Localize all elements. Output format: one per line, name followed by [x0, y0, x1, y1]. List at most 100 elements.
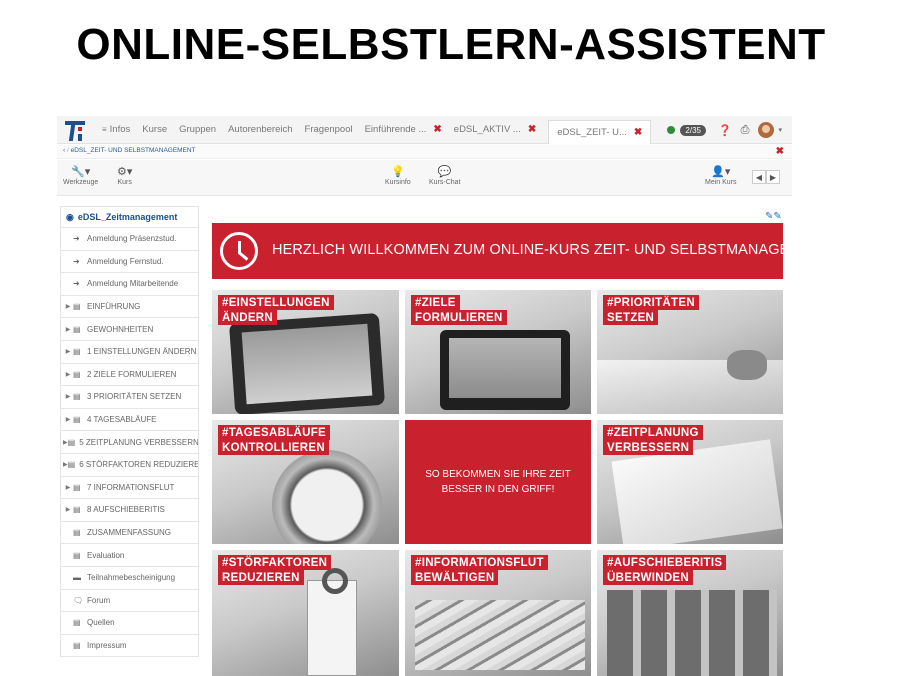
- mein-kurs-button[interactable]: 👤▾ Mein Kurs: [705, 165, 737, 186]
- expand-arrow-icon[interactable]: ▶: [63, 326, 73, 333]
- expand-arrow-icon[interactable]: ▶: [63, 506, 73, 513]
- tile-ziele[interactable]: #ZIELE FORMULIEREN: [405, 290, 591, 414]
- sidebar-item[interactable]: ▶ ▤ 6 STÖRFAKTOREN REDUZIEREN: [60, 453, 199, 477]
- nav-gruppen[interactable]: Gruppen: [179, 124, 216, 135]
- course-pager: ◀ ▶: [752, 170, 780, 184]
- sidebar-item-label: 3 PRIORITÄTEN SETZEN: [87, 392, 182, 402]
- sidebar-item-label: ZUSAMMENFASSUNG: [87, 528, 172, 538]
- expand-arrow-icon[interactable]: ▶: [63, 393, 73, 400]
- sidebar-item[interactable]: ▤ Evaluation: [60, 544, 199, 567]
- nav-right: 2/35 ❓ ⎙ ▾: [667, 116, 782, 144]
- tile-informationsflut[interactable]: #INFORMATIONSFLUT BEWÄLTIGEN: [405, 550, 591, 676]
- sidebar-item[interactable]: ▶ ▤ 4 TAGESABLÄUFE: [60, 408, 199, 432]
- sidebar-item-label: Forum: [87, 595, 111, 605]
- sidebar-item-label: Teilnahmebescheinigung: [87, 573, 176, 583]
- chevron-down-icon[interactable]: ▾: [778, 126, 782, 134]
- expand-arrow-icon[interactable]: ▶: [63, 303, 73, 310]
- tile-motto: SO BEKOMMEN SIE IHRE ZEIT BESSER IN DEN G…: [405, 420, 591, 544]
- file-icon: ▤: [67, 460, 76, 470]
- sidebar-item[interactable]: ▤ Quellen: [60, 612, 199, 635]
- close-icon[interactable]: ✖: [528, 124, 536, 135]
- help-icon[interactable]: ❓: [718, 124, 732, 137]
- edit-page-icon[interactable]: ✎: [773, 211, 781, 222]
- sidebar-item-label: 8 AUFSCHIEBERITIS: [87, 505, 165, 515]
- wrench-icon: 🔧▾: [71, 166, 91, 178]
- sidebar-item-label: Impressum: [87, 640, 127, 650]
- next-icon[interactable]: ▶: [766, 170, 780, 184]
- sidebar-item[interactable]: 🗨 Forum: [60, 589, 199, 613]
- file-icon: ▤: [73, 369, 81, 379]
- welcome-banner: HERZLICH WILLKOMMEN ZUM ONLINE-KURS ZEIT…: [212, 223, 792, 279]
- file-icon: ▤: [73, 392, 81, 402]
- sidebar-root[interactable]: ◉ eDSL_Zeitmanagement: [60, 206, 199, 228]
- sidebar-item-label: 1 EINSTELLUNGEN ÄNDERN: [87, 347, 197, 357]
- kurs-button[interactable]: ⚙▾ Kurs: [117, 165, 132, 186]
- kurs-chat-button[interactable]: 💬 Kurs-Chat: [429, 165, 461, 186]
- chat-icon: 💬: [437, 166, 452, 178]
- breadcrumb[interactable]: ‹ / eDSL_ZEIT- UND SELBSTMANAGEMENT: [63, 147, 196, 154]
- tab-edsl-aktiv[interactable]: eDSL_AKTIV ... ✖: [454, 124, 536, 135]
- sidebar-item[interactable]: ▶ ▤ 8 AUFSCHIEBERITIS: [60, 499, 199, 522]
- status-badge[interactable]: 2/35: [680, 124, 706, 136]
- expand-arrow-icon[interactable]: ▶: [63, 416, 73, 423]
- sidebar-item[interactable]: ▤ Impressum: [60, 634, 199, 658]
- file-icon: ▤: [73, 324, 81, 334]
- sidebar-item[interactable]: ▶ ▤ 7 INFORMATIONSFLUT: [60, 476, 199, 500]
- sidebar-item[interactable]: ➜ Anmeldung Mitarbeitende: [60, 273, 199, 296]
- close-icon[interactable]: ✖: [433, 124, 441, 135]
- lightbulb-icon: 💡: [390, 166, 405, 178]
- file-icon: ▤: [73, 550, 81, 560]
- sidebar-item[interactable]: ▶ ▤ 5 ZEITPLANUNG VERBESSERN: [60, 431, 199, 454]
- sidebar-item-label: 2 ZIELE FORMULIEREN: [87, 369, 177, 379]
- tab-edsl-zeit[interactable]: eDSL_ZEIT- U... ✖: [548, 119, 652, 144]
- file-icon: ▤: [73, 347, 81, 357]
- logo[interactable]: [62, 118, 88, 142]
- tile-stoerfaktoren[interactable]: #STÖRFAKTOREN REDUZIEREN: [212, 550, 399, 676]
- sidebar-item[interactable]: ▶ ▤ EINFÜHRUNG: [60, 295, 199, 319]
- tile-zeitplanung[interactable]: #ZEITPLANUNG VERBESSERN: [597, 420, 783, 544]
- nav-kurse[interactable]: Kurse: [142, 124, 167, 135]
- sidebar-item-label: GEWOHNHEITEN: [87, 324, 154, 334]
- forum-icon: 🗨: [73, 595, 84, 605]
- tile-tagesablaeufe[interactable]: #TAGESABLÄUFE KONTROLLIEREN: [212, 420, 399, 544]
- file-icon: ▤: [73, 640, 81, 650]
- edit-icons: ✎✎: [765, 211, 782, 222]
- sidebar-item[interactable]: ➜ Anmeldung Fernstud.: [60, 250, 199, 274]
- tile-einstellungen[interactable]: #EINSTELLUNGEN ÄNDERN: [212, 290, 399, 414]
- close-icon[interactable]: ✖: [634, 127, 642, 138]
- nav-autorenbereich[interactable]: Autorenbereich: [228, 124, 292, 135]
- tile-label: #STÖRFAKTOREN REDUZIEREN: [218, 555, 332, 585]
- sidebar-item-label: Anmeldung Mitarbeitende: [87, 279, 179, 289]
- kursinfo-button[interactable]: 💡 Kursinfo: [385, 165, 411, 186]
- werkzeuge-button[interactable]: 🔧▾ Werkzeuge: [63, 165, 98, 186]
- nav-fragenpool[interactable]: Fragenpool: [305, 124, 353, 135]
- close-course-icon[interactable]: ✖: [776, 146, 784, 157]
- sidebar-item[interactable]: ▤ ZUSAMMENFASSUNG: [60, 521, 199, 545]
- expand-arrow-icon[interactable]: ▶: [63, 371, 73, 378]
- sign-in-icon: ➜: [73, 256, 80, 266]
- chevron-left-icon[interactable]: ‹: [63, 147, 65, 154]
- print-icon[interactable]: ⎙: [741, 124, 750, 137]
- avatar[interactable]: [758, 122, 775, 138]
- course-icon: ◉: [66, 211, 74, 222]
- file-icon: ▤: [73, 618, 81, 628]
- nav-infos[interactable]: ≡ Infos: [102, 124, 130, 135]
- sign-in-icon: ➜: [73, 234, 80, 244]
- previous-icon[interactable]: ◀: [752, 170, 766, 184]
- sidebar-item[interactable]: ▶ ▤ 3 PRIORITÄTEN SETZEN: [60, 386, 199, 409]
- tile-aufschieberitis[interactable]: #AUFSCHIEBERITIS ÜBERWINDEN: [597, 550, 783, 676]
- top-navigation: ≡ Infos Kurse Gruppen Autorenbereich Fra…: [57, 116, 792, 144]
- sidebar-item[interactable]: ▬ Teilnahmebescheinigung: [60, 566, 199, 590]
- breadcrumb-row: ‹ / eDSL_ZEIT- UND SELBSTMANAGEMENT ✖: [57, 145, 792, 159]
- sidebar-item[interactable]: ▶ ▤ 1 EINSTELLUNGEN ÄNDERN: [60, 340, 199, 364]
- tile-label: #PRIORITÄTEN SETZEN: [603, 295, 699, 325]
- tile-label: #TAGESABLÄUFE KONTROLLIEREN: [218, 425, 330, 455]
- expand-arrow-icon[interactable]: ▶: [63, 484, 73, 491]
- expand-arrow-icon[interactable]: ▶: [63, 348, 73, 355]
- online-status-icon[interactable]: [667, 126, 676, 134]
- sidebar-item[interactable]: ▶ ▤ 2 ZIELE FORMULIEREN: [60, 363, 199, 387]
- sidebar-item[interactable]: ➜ Anmeldung Präsenzstud.: [60, 228, 199, 251]
- sidebar-item[interactable]: ▶ ▤ GEWOHNHEITEN: [60, 318, 199, 341]
- tab-einfuehrende[interactable]: Einführende ... ✖: [365, 124, 442, 135]
- tile-prioritaeten[interactable]: #PRIORITÄTEN SETZEN: [597, 290, 783, 414]
